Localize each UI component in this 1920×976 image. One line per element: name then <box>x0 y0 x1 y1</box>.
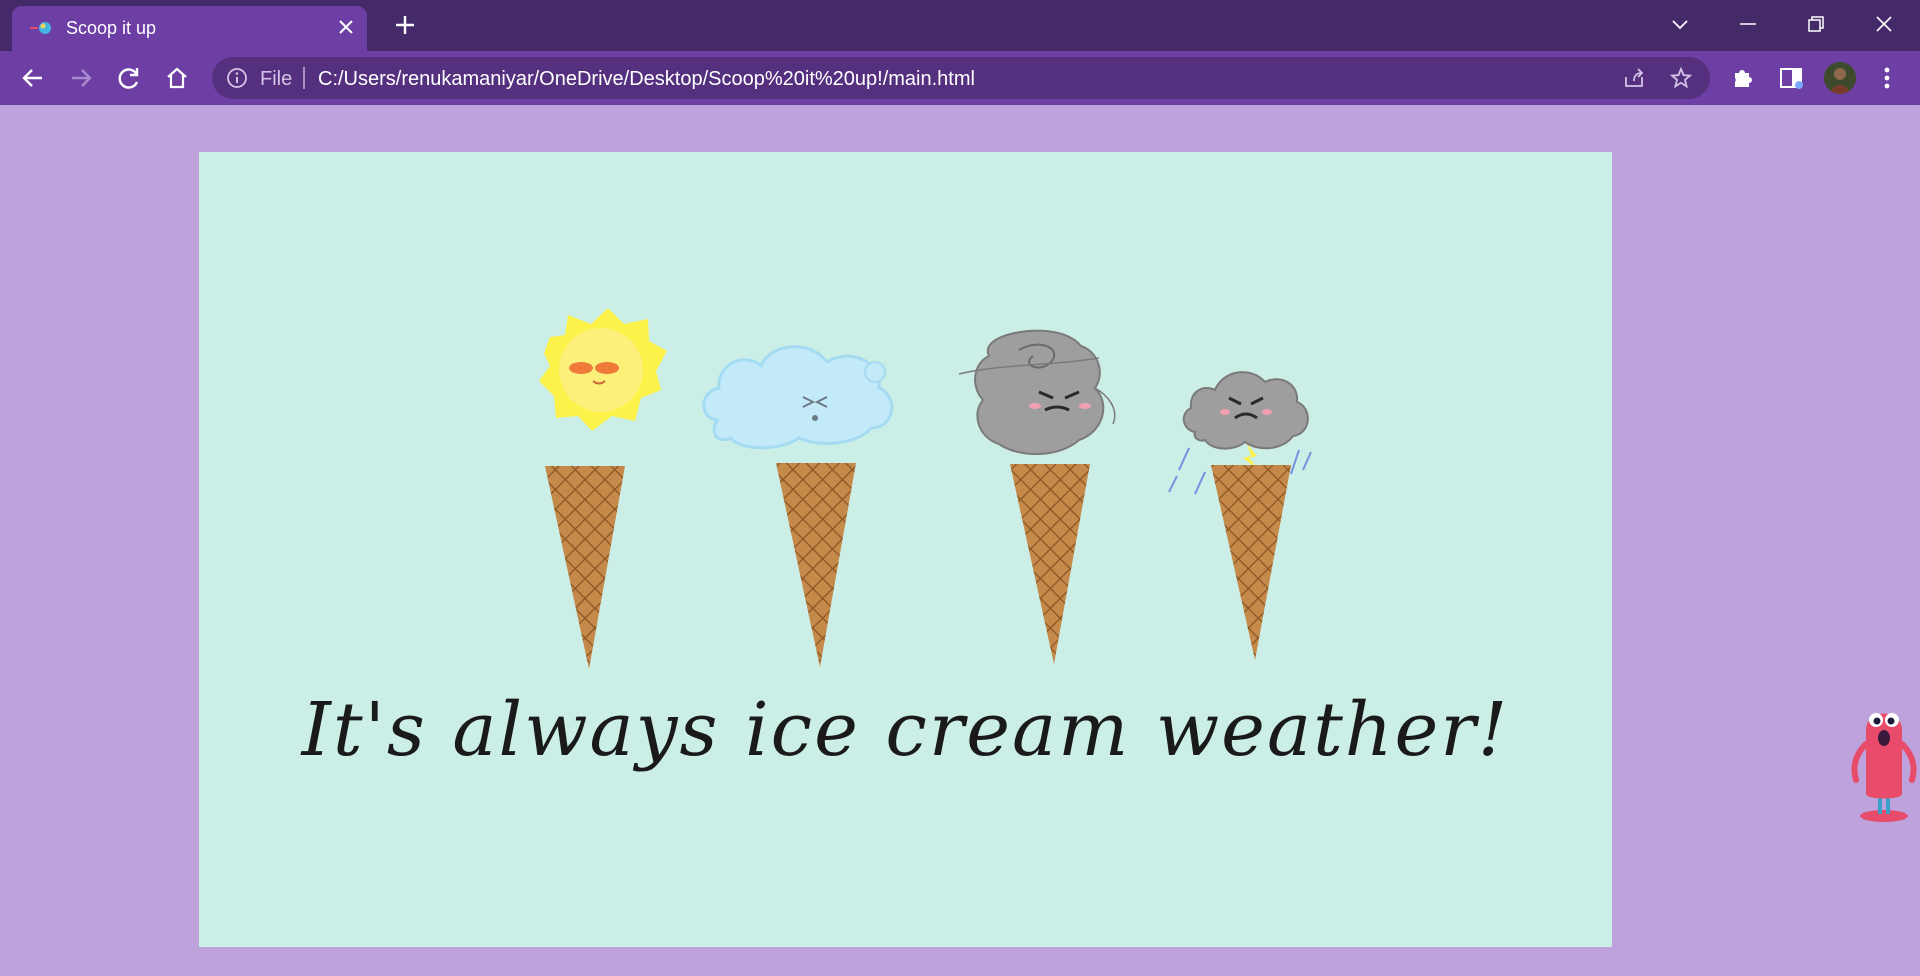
storm-cone <box>1168 371 1312 660</box>
tab-title: Scoop it up <box>66 18 157 38</box>
menu-kebab-icon[interactable] <box>1873 64 1901 92</box>
tab-strip: Scoop it up <box>0 0 1920 51</box>
close-tab-icon[interactable] <box>335 16 357 38</box>
reload-icon[interactable] <box>115 64 143 92</box>
ice-cream-illustrations <box>539 308 1312 669</box>
new-tab-icon[interactable] <box>393 13 417 37</box>
side-panel-icon[interactable] <box>1777 64 1805 92</box>
address-divider <box>303 67 305 89</box>
forward-arrow-icon[interactable] <box>67 64 95 92</box>
monster-mascot-icon[interactable] <box>1846 700 1920 824</box>
home-icon[interactable] <box>163 64 191 92</box>
extensions-puzzle-icon[interactable] <box>1729 64 1757 92</box>
cloud-cone <box>702 345 894 667</box>
ice-cream-favicon-icon <box>30 22 51 34</box>
bookmark-star-icon[interactable] <box>1669 66 1693 90</box>
browser-toolbar: File C:/Users/renukamaniyar/OneDrive/Des… <box>0 51 1920 105</box>
page-headline: It's always ice cream weather! <box>301 687 1510 773</box>
site-info-icon[interactable] <box>226 67 248 89</box>
address-url[interactable]: C:/Users/renukamaniyar/OneDrive/Desktop/… <box>318 68 975 91</box>
tab-search-chevron-icon[interactable] <box>1668 12 1692 36</box>
minimize-icon[interactable] <box>1736 12 1760 36</box>
address-bar[interactable]: File C:/Users/renukamaniyar/OneDrive/Des… <box>212 57 1710 99</box>
weather-poster: It's always ice cream weather! <box>199 152 1612 947</box>
browser-tab[interactable]: Scoop it up <box>12 6 367 51</box>
profile-avatar[interactable] <box>1824 62 1856 94</box>
restore-icon[interactable] <box>1804 12 1828 36</box>
back-arrow-icon[interactable] <box>19 64 47 92</box>
address-scheme-label: File <box>260 68 293 90</box>
profile-photo-icon <box>1824 62 1856 94</box>
close-window-icon[interactable] <box>1872 12 1896 36</box>
share-icon[interactable] <box>1622 66 1646 90</box>
tornado-cone <box>958 329 1116 664</box>
sun-cone <box>539 308 667 669</box>
